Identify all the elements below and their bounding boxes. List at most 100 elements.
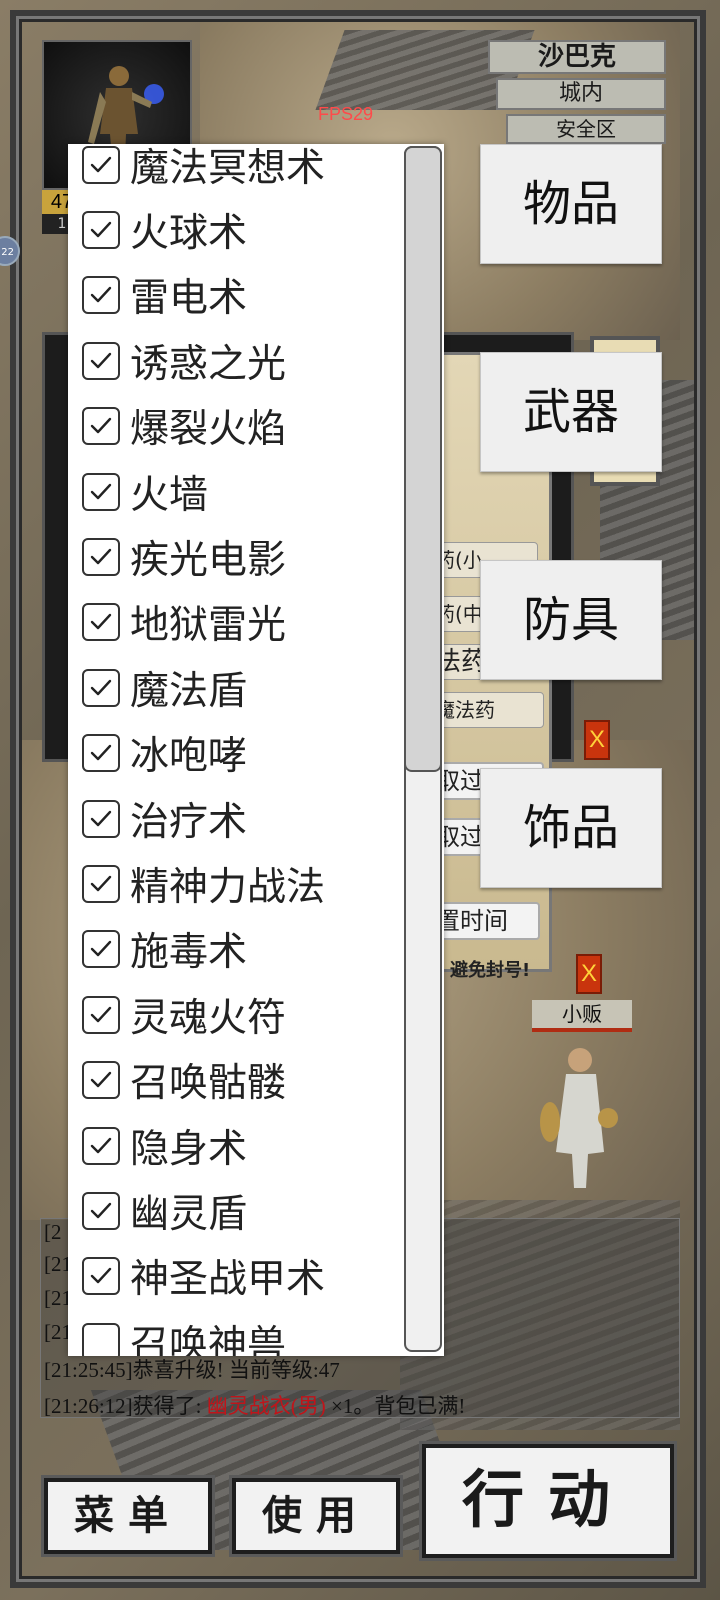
action-button[interactable]: 行动 bbox=[422, 1444, 674, 1558]
checkbox-checked[interactable] bbox=[82, 1126, 120, 1165]
category-accessories-button[interactable]: 饰品 bbox=[480, 768, 662, 888]
checkbox-checked[interactable] bbox=[82, 472, 120, 511]
skill-label: 魔法冥想术 bbox=[130, 145, 326, 191]
checkmark-icon bbox=[90, 418, 112, 434]
set-time-button[interactable]: 置时间 bbox=[428, 902, 540, 940]
skill-label: 爆裂火焰 bbox=[130, 407, 287, 453]
checkbox-checked[interactable] bbox=[82, 799, 120, 838]
skill-label: 诱惑之光 bbox=[130, 341, 287, 387]
close-button-npc[interactable]: X bbox=[576, 954, 602, 994]
checkmark-icon bbox=[90, 1268, 112, 1284]
skill-list-item[interactable]: 治疗术 bbox=[68, 786, 398, 851]
checkmark-icon bbox=[90, 1071, 112, 1088]
checkbox-unchecked[interactable] bbox=[82, 1322, 120, 1356]
skill-label: 火球术 bbox=[130, 211, 248, 257]
checkbox-checked[interactable] bbox=[82, 995, 120, 1034]
skill-label: 施毒术 bbox=[130, 930, 248, 976]
magic-potion-select[interactable]: 魔法药 bbox=[428, 692, 544, 728]
checkmark-icon bbox=[90, 156, 112, 172]
skill-list-item[interactable]: 隐身术 bbox=[68, 1113, 398, 1178]
category-weapons-button[interactable]: 武器 bbox=[480, 352, 662, 472]
checkbox-checked[interactable] bbox=[82, 668, 120, 707]
scrollbar-thumb[interactable] bbox=[404, 146, 442, 772]
skill-list-item[interactable]: 地狱雷光 bbox=[68, 590, 398, 655]
skill-list-item[interactable]: 火墙 bbox=[68, 459, 398, 524]
skill-filter-list[interactable]: 魔法冥想术火球术雷电术诱惑之光爆裂火焰火墙疾光电影地狱雷光魔法盾冰咆哮治疗术精神… bbox=[68, 144, 444, 1356]
checkmark-icon bbox=[90, 352, 112, 369]
skill-list-item[interactable]: 灵魂火符 bbox=[68, 982, 398, 1047]
category-armor-button[interactable]: 防具 bbox=[480, 560, 662, 680]
location-area: 城内 bbox=[496, 78, 666, 110]
skill-list-item[interactable]: 召唤骷髅 bbox=[68, 1047, 398, 1112]
skill-label: 神圣战甲术 bbox=[130, 1257, 326, 1303]
checkbox-checked[interactable] bbox=[82, 734, 120, 773]
skill-list-item[interactable]: 爆裂火焰 bbox=[68, 394, 398, 459]
checkbox-checked[interactable] bbox=[82, 930, 120, 969]
skill-label: 治疗术 bbox=[130, 799, 248, 845]
fps-counter: FPS29 bbox=[318, 104, 374, 124]
checkbox-checked[interactable] bbox=[82, 407, 120, 446]
log-loot-item[interactable]: 幽灵战衣(男) bbox=[207, 1394, 326, 1418]
checkmark-icon bbox=[90, 548, 112, 565]
checkbox-checked[interactable] bbox=[82, 145, 120, 184]
log-line-loot: [21:26:12]获得了: 幽灵战衣(男) ×1。背包已满! bbox=[44, 1390, 465, 1420]
npc-name-label: 小贩 bbox=[532, 1000, 632, 1032]
skill-list-item[interactable]: 诱惑之光 bbox=[68, 328, 398, 393]
checkmark-icon bbox=[90, 221, 112, 238]
skill-label: 火墙 bbox=[130, 472, 209, 518]
location-zone: 安全区 bbox=[506, 114, 666, 144]
checkbox-checked[interactable] bbox=[82, 864, 120, 903]
skill-label: 幽灵盾 bbox=[130, 1191, 248, 1237]
checkmark-icon bbox=[90, 679, 112, 696]
skill-list-item[interactable]: 火球术 bbox=[68, 197, 398, 262]
checkbox-checked[interactable] bbox=[82, 341, 120, 380]
skill-list-item[interactable]: 召唤神兽 bbox=[68, 1309, 398, 1356]
checkbox-checked[interactable] bbox=[82, 603, 120, 642]
skill-list-item[interactable]: 施毒术 bbox=[68, 917, 398, 982]
log-loot-suffix: ×1。背包已满! bbox=[325, 1394, 466, 1418]
checkmark-icon bbox=[90, 1202, 112, 1219]
checkmark-icon bbox=[90, 941, 112, 957]
skill-list-item[interactable]: 疾光电影 bbox=[68, 524, 398, 589]
skill-label: 魔法盾 bbox=[130, 668, 248, 714]
checkmark-icon bbox=[90, 1137, 112, 1153]
checkmark-icon bbox=[90, 1006, 112, 1022]
skill-label: 召唤神兽 bbox=[130, 1322, 287, 1356]
skill-list-item[interactable]: 精神力战法 bbox=[68, 851, 398, 916]
use-button[interactable]: 使用 bbox=[232, 1478, 400, 1554]
log-line-clipped: [2 bbox=[44, 1220, 62, 1244]
checkmark-icon bbox=[90, 614, 112, 630]
checkbox-checked[interactable] bbox=[82, 1257, 120, 1296]
checkbox-checked[interactable] bbox=[82, 211, 120, 250]
skill-label: 雷电术 bbox=[130, 276, 248, 322]
skill-list-items: 魔法冥想术火球术雷电术诱惑之光爆裂火焰火墙疾光电影地狱雷光魔法盾冰咆哮治疗术精神… bbox=[68, 144, 398, 1356]
skill-list-item[interactable]: 雷电术 bbox=[68, 263, 398, 328]
menu-button[interactable]: 菜单 bbox=[44, 1478, 212, 1554]
skill-list-item[interactable]: 幽灵盾 bbox=[68, 1178, 398, 1243]
skill-list-item[interactable]: 魔法盾 bbox=[68, 655, 398, 720]
close-button-upper[interactable]: X bbox=[584, 720, 610, 760]
checkbox-checked[interactable] bbox=[82, 1061, 120, 1100]
skill-list-item[interactable]: 魔法冥想术 bbox=[68, 144, 398, 197]
skill-list-item[interactable]: 冰咆哮 bbox=[68, 721, 398, 786]
vendor-npc-icon[interactable] bbox=[538, 1042, 618, 1192]
category-items-button[interactable]: 物品 bbox=[480, 144, 662, 264]
skill-label: 地狱雷光 bbox=[130, 603, 287, 649]
warning-text: ，避免封号! bbox=[432, 960, 531, 981]
skill-label: 隐身术 bbox=[130, 1126, 248, 1172]
log-loot-prefix: [21:26:12]获得了: bbox=[44, 1394, 207, 1418]
skill-label: 疾光电影 bbox=[130, 538, 287, 584]
checkbox-checked[interactable] bbox=[82, 538, 120, 577]
skill-label: 精神力战法 bbox=[130, 864, 326, 910]
skill-label: 灵魂火符 bbox=[130, 995, 287, 1041]
checkbox-checked[interactable] bbox=[82, 1191, 120, 1230]
checkmark-icon bbox=[90, 745, 112, 761]
skill-label: 召唤骷髅 bbox=[130, 1061, 287, 1107]
checkbox-checked[interactable] bbox=[82, 276, 120, 315]
skill-list-item[interactable]: 神圣战甲术 bbox=[68, 1244, 398, 1309]
location-city: 沙巴克 bbox=[488, 40, 666, 74]
checkmark-icon bbox=[90, 483, 112, 499]
skill-label: 冰咆哮 bbox=[130, 734, 248, 780]
log-line-levelup: [21:25:45]恭喜升级! 当前等级:47 bbox=[44, 1358, 340, 1382]
checkmark-icon bbox=[90, 875, 112, 892]
